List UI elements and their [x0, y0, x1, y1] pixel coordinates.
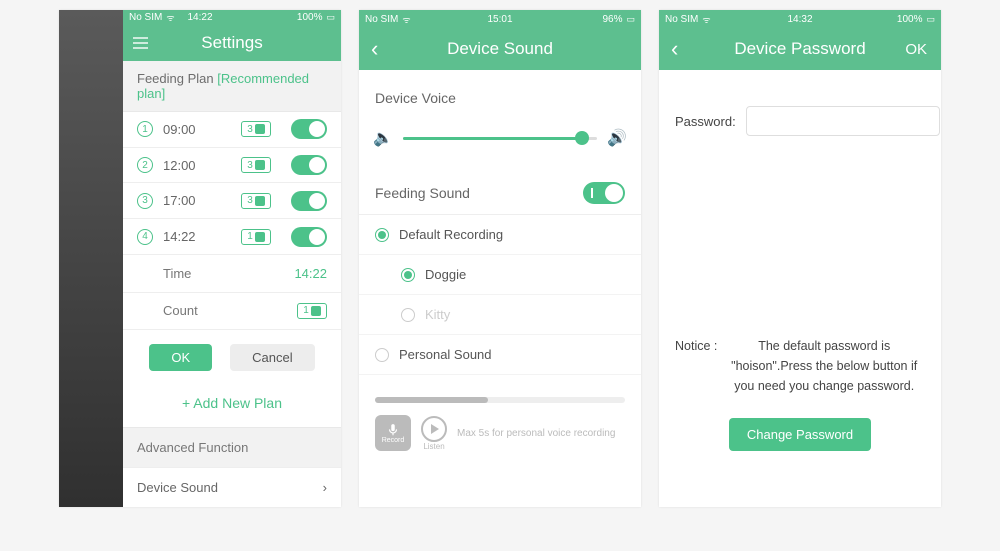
wifi-icon: ᯤ	[702, 13, 710, 26]
plan-toggle[interactable]	[291, 191, 327, 211]
recording-note: Max 5s for personal voice recording	[457, 428, 615, 439]
plan-time: 09:00	[163, 122, 241, 137]
carrier-label: No SIM	[665, 14, 698, 25]
recording-progress	[375, 397, 625, 403]
device-sound-row[interactable]: Device Sound ›	[123, 467, 341, 507]
plan-row[interactable]: 3 17:00 3	[123, 183, 341, 219]
plan-time: 12:00	[163, 158, 241, 173]
nav-bar: ‹ Device Password OK	[659, 28, 941, 70]
plan-row[interactable]: 4 14:22 1	[123, 219, 341, 255]
carrier-label: No SIM	[129, 12, 162, 23]
page-title: Device Sound	[447, 39, 553, 59]
password-label: Password:	[675, 114, 736, 129]
ok-button[interactable]: OK	[149, 344, 212, 371]
chevron-right-icon: ›	[323, 480, 327, 495]
battery-icon: ▭	[626, 14, 635, 25]
plan-toggle[interactable]	[291, 119, 327, 139]
plan-toggle[interactable]	[291, 227, 327, 247]
device-password-screen: No SIM ᯤ 14:32 100% ▭ ‹ Device Password …	[659, 10, 941, 507]
volume-high-icon: 🔊	[607, 128, 627, 148]
wifi-icon: ᯤ	[402, 13, 410, 26]
plan-toggle[interactable]	[291, 155, 327, 175]
plan-index: 2	[137, 157, 153, 173]
menu-icon[interactable]	[133, 37, 148, 49]
listen-button[interactable]	[421, 416, 447, 442]
page-title: Settings	[201, 33, 262, 53]
notice-label: Notice :	[675, 336, 717, 396]
portion-badge: 3	[241, 121, 271, 137]
back-button[interactable]: ‹	[671, 38, 678, 60]
battery-percent: 100%	[897, 14, 923, 25]
battery-percent: 100%	[297, 12, 323, 23]
feeding-sound-toggle[interactable]	[583, 182, 625, 204]
volume-slider[interactable]	[403, 137, 597, 140]
notice-text: The default password is "hoison".Press t…	[723, 336, 925, 396]
add-plan-button[interactable]: + Add New Plan	[123, 385, 341, 427]
password-input[interactable]	[746, 106, 940, 136]
portion-badge: 1	[297, 303, 327, 319]
plan-row[interactable]: 1 09:00 3	[123, 112, 341, 148]
plan-row[interactable]: 2 12:00 3	[123, 148, 341, 184]
plan-time: 17:00	[163, 193, 241, 208]
battery-percent: 96%	[602, 14, 622, 25]
kitty-option[interactable]: Kitty	[359, 295, 641, 335]
status-bar: No SIM ᯤ 14:22 100% ▭	[123, 10, 341, 25]
cancel-button[interactable]: Cancel	[230, 344, 314, 371]
portion-badge: 1	[241, 229, 271, 245]
status-bar: No SIM ᯤ 14:32 100% ▭	[659, 10, 941, 28]
device-sound-screen: No SIM ᯤ 15:01 96% ▭ ‹ Device Sound Devi…	[359, 10, 641, 507]
battery-icon: ▭	[326, 12, 335, 23]
personal-sound-option[interactable]: Personal Sound	[359, 335, 641, 375]
feeding-sound-label: Feeding Sound	[375, 185, 470, 201]
clock-label: 14:22	[187, 12, 212, 23]
page-title: Device Password	[734, 39, 865, 59]
default-recording-option[interactable]: Default Recording	[359, 215, 641, 255]
dimmed-backdrop	[59, 10, 123, 507]
volume-low-icon: 🔈	[373, 128, 393, 148]
advanced-header: Advanced Function	[123, 427, 341, 467]
change-password-button[interactable]: Change Password	[729, 418, 871, 451]
settings-screen: No SIM ᯤ 14:22 100% ▭ Settings Feeding P…	[59, 10, 341, 507]
status-bar: No SIM ᯤ 15:01 96% ▭	[359, 10, 641, 28]
plan-time: 14:22	[163, 229, 241, 244]
record-button[interactable]: Record	[375, 415, 411, 451]
nav-bar: ‹ Device Sound	[359, 28, 641, 70]
wifi-icon: ᯤ	[166, 11, 174, 24]
doggie-option[interactable]: Doggie	[359, 255, 641, 295]
feeding-plan-header: Feeding Plan [Recommended plan]	[123, 61, 341, 112]
plan-index: 1	[137, 121, 153, 137]
device-voice-label: Device Voice	[359, 70, 641, 112]
portion-badge: 3	[241, 193, 271, 209]
back-button[interactable]: ‹	[371, 38, 378, 60]
plan-index: 4	[137, 229, 153, 245]
portion-badge: 3	[241, 157, 271, 173]
carrier-label: No SIM	[365, 14, 398, 25]
ok-button[interactable]: OK	[905, 41, 927, 58]
plan-index: 3	[137, 193, 153, 209]
clock-label: 14:32	[787, 14, 812, 25]
nav-bar: Settings	[123, 25, 341, 61]
count-row[interactable]: Count 1	[123, 293, 341, 330]
time-row[interactable]: Time 14:22	[123, 255, 341, 292]
battery-icon: ▭	[926, 14, 935, 25]
clock-label: 15:01	[487, 14, 512, 25]
